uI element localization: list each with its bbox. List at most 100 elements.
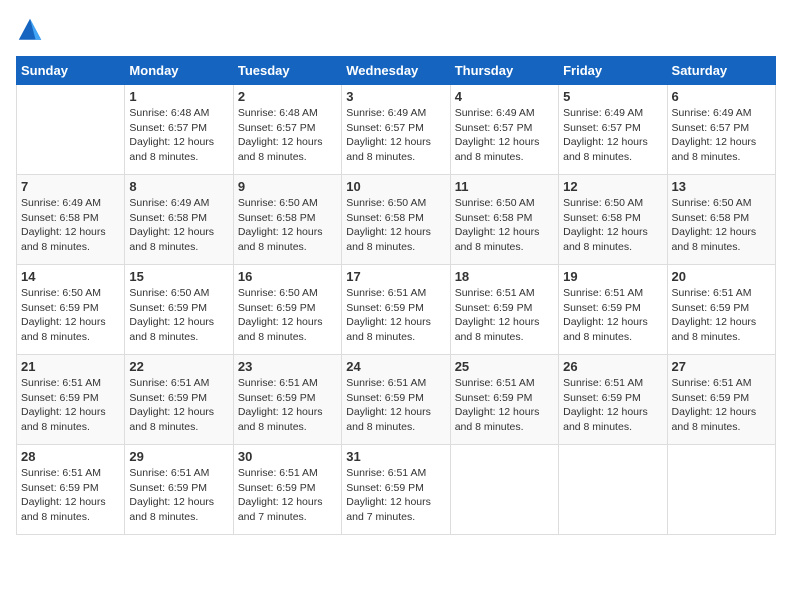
day-detail: Sunrise: 6:50 AM Sunset: 6:59 PM Dayligh… (238, 286, 337, 345)
day-detail: Sunrise: 6:50 AM Sunset: 6:59 PM Dayligh… (129, 286, 228, 345)
day-number: 4 (455, 89, 554, 104)
calendar-cell: 10 Sunrise: 6:50 AM Sunset: 6:58 PM Dayli… (342, 175, 450, 265)
calendar-cell: 13 Sunrise: 6:50 AM Sunset: 6:58 PM Dayli… (667, 175, 775, 265)
calendar-week-row: 7Sunrise: 6:49 AM Sunset: 6:58 PM Daylig… (17, 175, 776, 265)
day-detail: Sunrise: 6:50 AM Sunset: 6:58 PM Dayligh… (455, 196, 554, 255)
calendar-cell: 25 Sunrise: 6:51 AM Sunset: 6:59 PM Dayli… (450, 355, 558, 445)
calendar-cell (667, 445, 775, 535)
column-header-monday: Monday (125, 57, 233, 85)
calendar-cell: 5 Sunrise: 6:49 AM Sunset: 6:57 PM Daylig… (559, 85, 667, 175)
calendar-cell: 15 Sunrise: 6:50 AM Sunset: 6:59 PM Dayli… (125, 265, 233, 355)
day-number: 30 (238, 449, 337, 464)
column-header-thursday: Thursday (450, 57, 558, 85)
day-number: 8 (129, 179, 228, 194)
calendar-cell: 7Sunrise: 6:49 AM Sunset: 6:58 PM Daylig… (17, 175, 125, 265)
calendar-cell: 26 Sunrise: 6:51 AM Sunset: 6:59 PM Dayli… (559, 355, 667, 445)
calendar-table: SundayMondayTuesdayWednesdayThursdayFrid… (16, 56, 776, 535)
day-number: 1 (129, 89, 228, 104)
calendar-week-row: 21 Sunrise: 6:51 AM Sunset: 6:59 PM Dayli… (17, 355, 776, 445)
calendar-cell: 31 Sunrise: 6:51 AM Sunset: 6:59 PM Dayli… (342, 445, 450, 535)
day-number: 10 (346, 179, 445, 194)
day-detail: Sunrise: 6:48 AM Sunset: 6:57 PM Dayligh… (238, 106, 337, 165)
day-number: 24 (346, 359, 445, 374)
logo (16, 16, 48, 44)
calendar-cell: 19Sunrise: 6:51 AM Sunset: 6:59 PM Dayli… (559, 265, 667, 355)
day-detail: Sunrise: 6:51 AM Sunset: 6:59 PM Dayligh… (346, 466, 445, 525)
calendar-cell: 14 Sunrise: 6:50 AM Sunset: 6:59 PM Dayli… (17, 265, 125, 355)
day-number: 9 (238, 179, 337, 194)
calendar-cell: 9Sunrise: 6:50 AM Sunset: 6:58 PM Daylig… (233, 175, 341, 265)
day-number: 11 (455, 179, 554, 194)
day-number: 13 (672, 179, 771, 194)
day-number: 25 (455, 359, 554, 374)
day-detail: Sunrise: 6:51 AM Sunset: 6:59 PM Dayligh… (21, 376, 120, 435)
calendar-cell: 24 Sunrise: 6:51 AM Sunset: 6:59 PM Dayli… (342, 355, 450, 445)
day-detail: Sunrise: 6:51 AM Sunset: 6:59 PM Dayligh… (346, 286, 445, 345)
day-number: 12 (563, 179, 662, 194)
calendar-cell: 12 Sunrise: 6:50 AM Sunset: 6:58 PM Dayli… (559, 175, 667, 265)
day-detail: Sunrise: 6:50 AM Sunset: 6:59 PM Dayligh… (21, 286, 120, 345)
calendar-cell: 16 Sunrise: 6:50 AM Sunset: 6:59 PM Dayli… (233, 265, 341, 355)
day-detail: Sunrise: 6:49 AM Sunset: 6:57 PM Dayligh… (346, 106, 445, 165)
calendar-cell: 1Sunrise: 6:48 AM Sunset: 6:57 PM Daylig… (125, 85, 233, 175)
calendar-cell: 28Sunrise: 6:51 AM Sunset: 6:59 PM Dayli… (17, 445, 125, 535)
day-detail: Sunrise: 6:51 AM Sunset: 6:59 PM Dayligh… (455, 286, 554, 345)
calendar-week-row: 28 Sunrise: 6:51 AM Sunset: 6:59 PM Dayli… (17, 445, 776, 535)
day-detail: Sunrise: 6:50 AM Sunset: 6:58 PM Dayligh… (672, 196, 771, 255)
calendar-cell: 17 Sunrise: 6:51 AM Sunset: 6:59 PM Dayli… (342, 265, 450, 355)
calendar-cell (559, 445, 667, 535)
calendar-week-row: 14 Sunrise: 6:50 AM Sunset: 6:59 PM Dayli… (17, 265, 776, 355)
column-header-sunday: Sunday (17, 57, 125, 85)
day-number: 22 (129, 359, 228, 374)
day-detail: Sunrise: 6:51 AM Sunset: 6:59 PM Dayligh… (238, 466, 337, 525)
calendar-cell: 23Sunrise: 6:51 AM Sunset: 6:59 PM Dayli… (233, 355, 341, 445)
day-number: 5 (563, 89, 662, 104)
day-detail: Sunrise: 6:49 AM Sunset: 6:57 PM Dayligh… (563, 106, 662, 165)
calendar-header-row: SundayMondayTuesdayWednesdayThursdayFrid… (17, 57, 776, 85)
column-header-friday: Friday (559, 57, 667, 85)
calendar-week-row: 1 Sunrise: 6:48 AM Sunset: 6:57 PM Daylig… (17, 85, 776, 175)
day-number: 28 (21, 449, 120, 464)
day-number: 20 (672, 269, 771, 284)
day-number: 14 (21, 269, 120, 284)
day-detail: Sunrise: 6:50 AM Sunset: 6:58 PM Dayligh… (563, 196, 662, 255)
day-number: 21 (21, 359, 120, 374)
calendar-cell: 29Sunrise: 6:51 AM Sunset: 6:59 PM Dayli… (125, 445, 233, 535)
calendar-cell (450, 445, 558, 535)
calendar-cell: 4 Sunrise: 6:49 AM Sunset: 6:57 PM Daylig… (450, 85, 558, 175)
day-number: 7 (21, 179, 120, 194)
day-number: 15 (129, 269, 228, 284)
calendar-cell: 27 Sunrise: 6:51 AM Sunset: 6:59 PM Dayli… (667, 355, 775, 445)
day-number: 3 (346, 89, 445, 104)
logo-icon (16, 16, 44, 44)
day-number: 27 (672, 359, 771, 374)
page-header (16, 16, 776, 44)
day-number: 26 (563, 359, 662, 374)
calendar-cell: 6Sunrise: 6:49 AM Sunset: 6:57 PM Daylig… (667, 85, 775, 175)
day-number: 17 (346, 269, 445, 284)
day-number: 16 (238, 269, 337, 284)
day-detail: Sunrise: 6:51 AM Sunset: 6:59 PM Dayligh… (129, 376, 228, 435)
day-number: 31 (346, 449, 445, 464)
column-header-wednesday: Wednesday (342, 57, 450, 85)
calendar-cell: 22 Sunrise: 6:51 AM Sunset: 6:59 PM Dayli… (125, 355, 233, 445)
day-detail: Sunrise: 6:49 AM Sunset: 6:57 PM Dayligh… (455, 106, 554, 165)
calendar-cell: 21 Sunrise: 6:51 AM Sunset: 6:59 PM Dayli… (17, 355, 125, 445)
day-number: 18 (455, 269, 554, 284)
calendar-cell: 11 Sunrise: 6:50 AM Sunset: 6:58 PM Dayli… (450, 175, 558, 265)
day-detail: Sunrise: 6:51 AM Sunset: 6:59 PM Dayligh… (672, 376, 771, 435)
calendar-cell: 30 Sunrise: 6:51 AM Sunset: 6:59 PM Dayli… (233, 445, 341, 535)
day-number: 6 (672, 89, 771, 104)
day-detail: Sunrise: 6:51 AM Sunset: 6:59 PM Dayligh… (129, 466, 228, 525)
column-header-tuesday: Tuesday (233, 57, 341, 85)
day-number: 19 (563, 269, 662, 284)
calendar-cell: 8Sunrise: 6:49 AM Sunset: 6:58 PM Daylig… (125, 175, 233, 265)
day-detail: Sunrise: 6:50 AM Sunset: 6:58 PM Dayligh… (346, 196, 445, 255)
day-detail: Sunrise: 6:51 AM Sunset: 6:59 PM Dayligh… (346, 376, 445, 435)
day-number: 2 (238, 89, 337, 104)
day-detail: Sunrise: 6:51 AM Sunset: 6:59 PM Dayligh… (455, 376, 554, 435)
column-header-saturday: Saturday (667, 57, 775, 85)
day-number: 23 (238, 359, 337, 374)
calendar-cell: 18 Sunrise: 6:51 AM Sunset: 6:59 PM Dayli… (450, 265, 558, 355)
day-detail: Sunrise: 6:51 AM Sunset: 6:59 PM Dayligh… (563, 376, 662, 435)
